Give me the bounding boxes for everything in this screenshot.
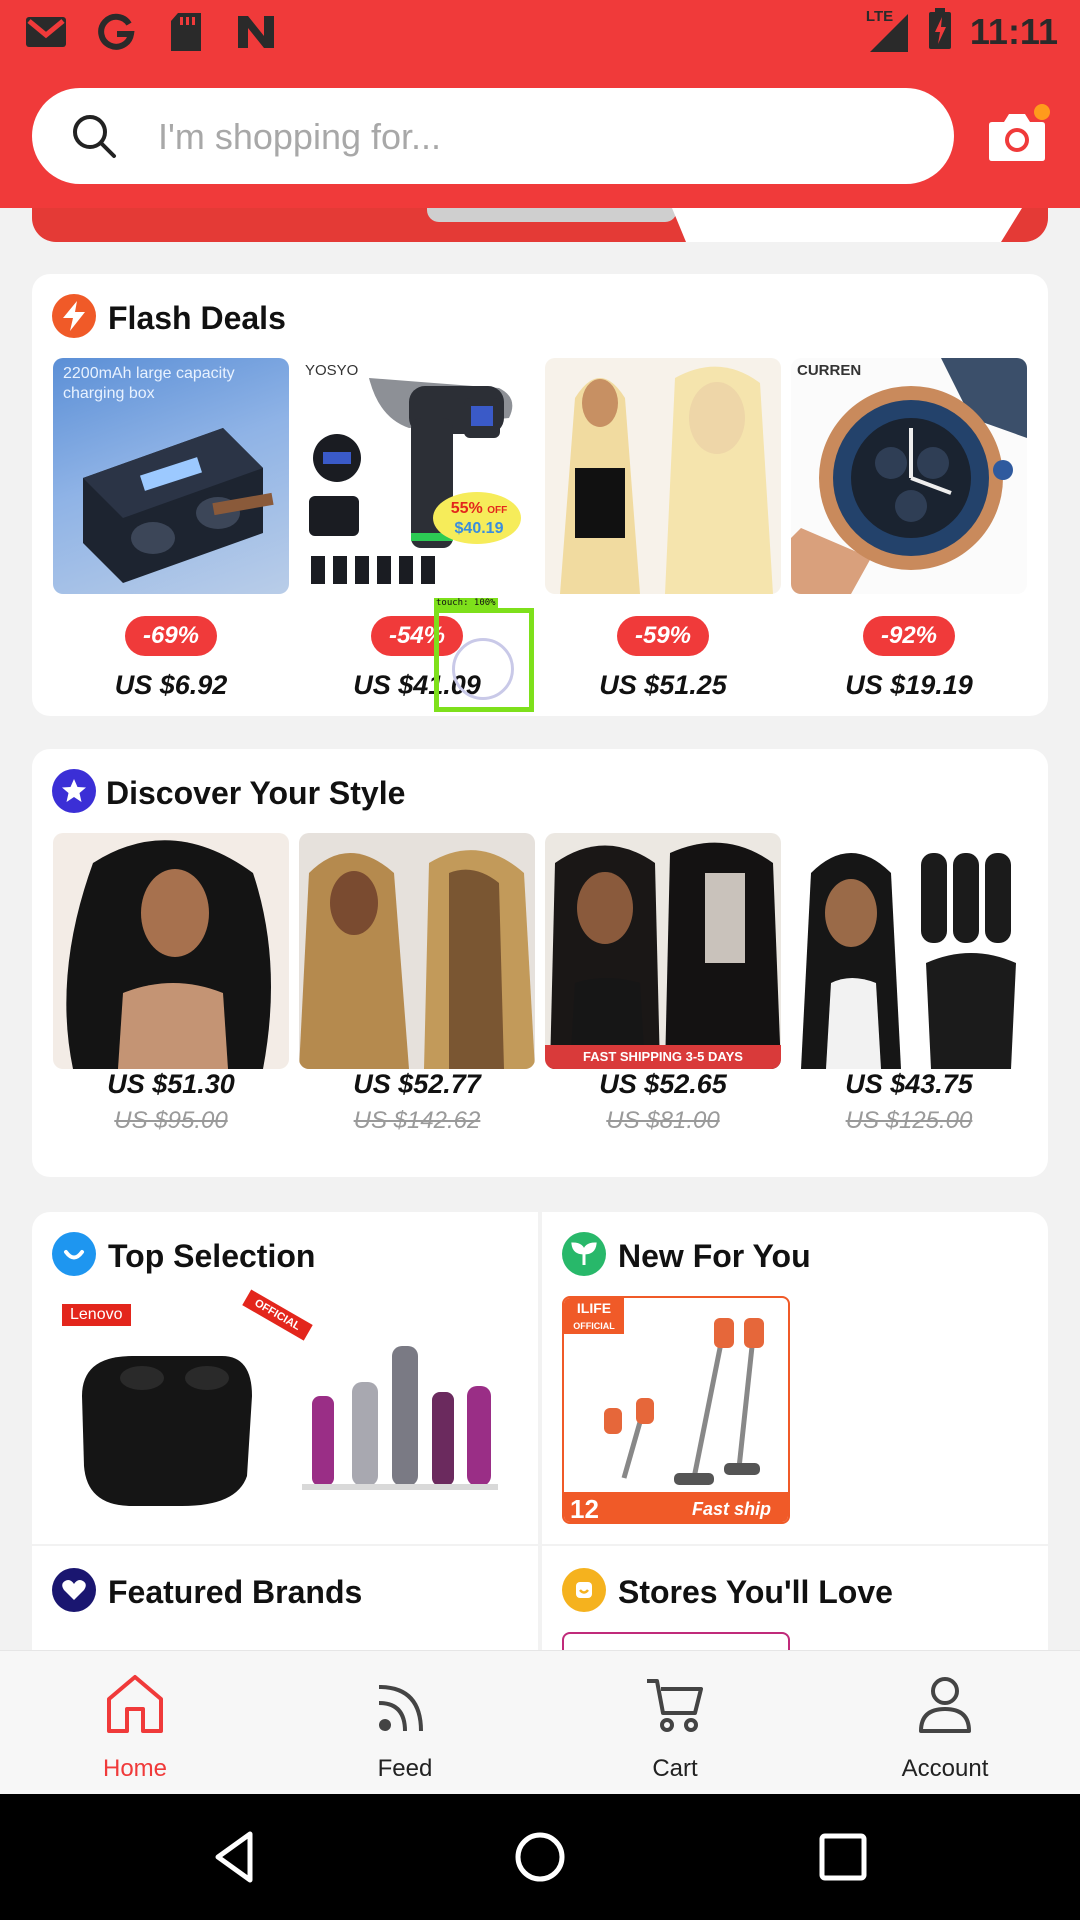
discover-style-card: Discover Your Style US $51.30 US $95.00 …: [32, 749, 1048, 1177]
home-circle-icon[interactable]: [505, 1822, 575, 1892]
discount-badge: -59%: [617, 616, 709, 656]
flash-deal-item[interactable]: CURREN -92% US $19.19: [791, 358, 1027, 700]
banner-pager: [427, 208, 677, 222]
tab-home[interactable]: Home: [0, 1651, 270, 1795]
product-image: 2200mAh large capacity charging box: [53, 358, 289, 594]
style-item[interactable]: US $51.30 US $95.00: [53, 833, 289, 1163]
n-app-icon: [234, 10, 278, 54]
new-for-you-card[interactable]: New For You ILIFE OFFICIAL 12 Fast ship: [542, 1212, 1048, 1544]
smile-icon: [52, 1232, 96, 1276]
app-header: LTE 11:11 I'm shopping for...: [0, 0, 1080, 208]
store-thumb: [562, 1632, 790, 1650]
flash-deal-item[interactable]: -59% US $51.25: [545, 358, 781, 700]
flash-deal-item[interactable]: 2200mAh large capacity charging box -69%…: [53, 358, 289, 700]
new-for-you-image: ILIFE OFFICIAL 12 Fast ship: [562, 1296, 790, 1524]
product-image: [791, 833, 1027, 1069]
back-icon[interactable]: [200, 1822, 270, 1892]
star-badge-icon: [52, 769, 96, 813]
tab-label: Home: [102, 1755, 168, 1782]
account-icon: [915, 1673, 975, 1735]
gmail-icon: [24, 10, 68, 54]
heart-icon: [52, 1568, 96, 1612]
style-item[interactable]: US $43.75 US $125.00: [791, 833, 1027, 1163]
top-selection-card[interactable]: Top Selection Lenovo OFFICIAL: [32, 1212, 538, 1544]
discount-badge: -69%: [125, 616, 217, 656]
tab-feed[interactable]: Feed: [270, 1651, 540, 1795]
flash-deals-card: Flash Deals 2200mAh large capacity charg…: [32, 274, 1048, 716]
product-price: US $6.92: [114, 670, 228, 700]
recents-icon[interactable]: [808, 1822, 878, 1892]
stores-card[interactable]: Stores You'll Love: [542, 1546, 1048, 1650]
battery-charging-icon: [928, 8, 952, 55]
search-placeholder: I'm shopping for...: [158, 116, 442, 157]
original-price: US $142.62: [353, 1107, 481, 1134]
section-title: Flash Deals: [108, 300, 286, 336]
original-price: US $125.00: [845, 1107, 973, 1134]
product-price: US $52.65: [599, 1069, 727, 1099]
promo-banner[interactable]: [32, 208, 1048, 242]
tab-cart[interactable]: Cart: [540, 1651, 810, 1795]
original-price: US $95.00: [114, 1107, 228, 1134]
product-image: [299, 833, 535, 1069]
status-bar: LTE 11:11: [0, 0, 1080, 64]
bottom-tab-bar: Home Feed Cart Account: [0, 1650, 1080, 1794]
product-price: US $52.77: [353, 1069, 481, 1099]
top-selection-image: Lenovo OFFICIAL: [62, 1289, 522, 1518]
product-image: [53, 833, 289, 1069]
cart-icon: [645, 1673, 705, 1735]
section-title: Featured Brands: [108, 1574, 363, 1610]
touch-label: touch: 100%: [434, 598, 498, 608]
section-title: Discover Your Style: [106, 775, 406, 811]
fast-ship-strip: 12 Fast ship: [564, 1492, 788, 1522]
sprout-icon: [562, 1232, 606, 1276]
tab-label: Cart: [652, 1755, 698, 1782]
section-title: Top Selection: [108, 1238, 316, 1274]
featured-brands-card[interactable]: Featured Brands: [32, 1546, 538, 1650]
section-title: Stores You'll Love: [618, 1574, 893, 1610]
tab-label: Feed: [377, 1755, 433, 1782]
discount-badge: -92%: [863, 616, 955, 656]
section-title: New For You: [618, 1238, 811, 1274]
feed-rss-icon: [375, 1673, 435, 1735]
tab-account[interactable]: Account: [810, 1651, 1080, 1795]
sd-card-icon: [164, 10, 208, 54]
product-image: CURREN: [791, 358, 1027, 594]
signal-lte-icon: LTE: [866, 8, 910, 54]
promo-sticker: 55% OFF $40.19: [450, 500, 508, 537]
touch-ripple: [452, 638, 514, 700]
style-item[interactable]: US $52.77 US $142.62: [299, 833, 535, 1163]
search-icon: [70, 112, 118, 160]
shipping-strip: FAST SHIPPING 3-5 DAYS: [545, 1045, 781, 1069]
search-input[interactable]: I'm shopping for...: [32, 88, 954, 184]
system-nav-bar: [0, 1794, 1080, 1920]
notification-dot: [1032, 102, 1052, 122]
product-image: [545, 358, 781, 594]
store-smile-icon: [562, 1568, 606, 1612]
original-price: US $81.00: [606, 1107, 720, 1134]
product-image: YOSYO 55% OFF $40.19: [299, 358, 535, 594]
style-item[interactable]: FAST SHIPPING 3-5 DAYS US $52.65 US $81.…: [545, 833, 781, 1163]
clock: 11:11: [969, 10, 1058, 52]
home-icon: [105, 1673, 165, 1735]
tab-label: Account: [901, 1755, 989, 1782]
product-image: FAST SHIPPING 3-5 DAYS: [545, 833, 781, 1069]
product-price: US $43.75: [845, 1069, 973, 1099]
google-icon: [94, 10, 138, 54]
flash-icon: [52, 294, 96, 338]
product-price: US $19.19: [845, 670, 973, 700]
product-price: US $51.25: [599, 670, 727, 700]
product-price: US $51.30: [107, 1069, 235, 1099]
